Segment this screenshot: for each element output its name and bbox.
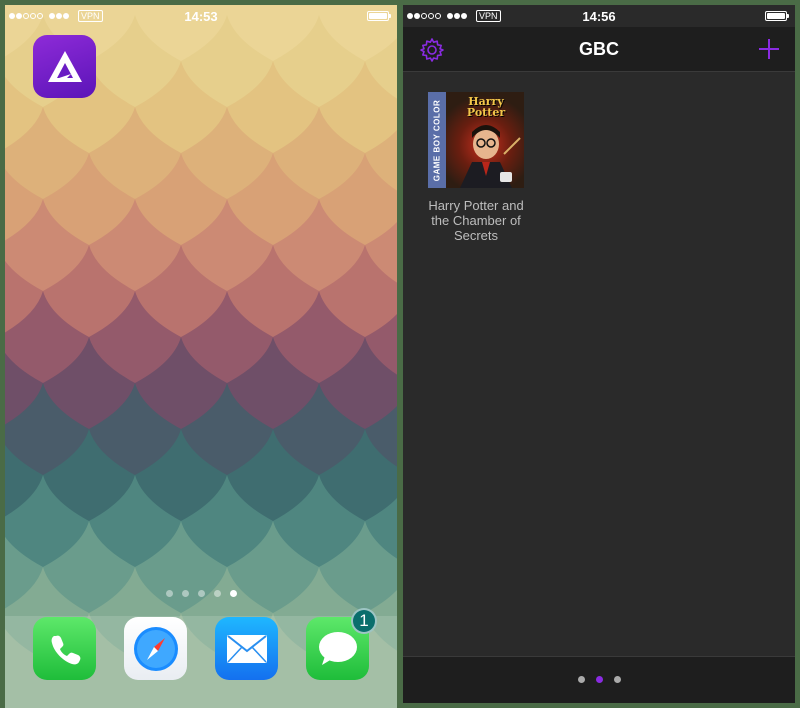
battery-icon: [367, 11, 391, 21]
home-screen: VPN 14:53 1: [5, 5, 397, 708]
cover-character-art: [460, 125, 521, 188]
delta-logo-icon: [47, 50, 82, 82]
mail-app-icon[interactable]: [215, 617, 278, 680]
phone-icon: [51, 635, 80, 664]
battery-icon: [765, 11, 789, 21]
console-page-bar: [403, 656, 795, 703]
status-time: 14:56: [582, 9, 616, 24]
plus-icon: [759, 39, 779, 59]
safari-icon: [133, 626, 178, 671]
delta-app-icon[interactable]: [33, 35, 96, 98]
status-bar: VPN 14:56: [403, 5, 795, 27]
cover-spine-label: GAME BOY COLOR: [432, 99, 442, 181]
add-game-button[interactable]: [757, 37, 781, 61]
game-tile[interactable]: GAME BOY COLOR Harry Potter Harry Potter…: [427, 92, 525, 243]
game-title: Harry Potter and the Chamber of Secrets: [428, 198, 524, 243]
wallpaper: [5, 5, 397, 708]
messages-app-icon[interactable]: 1: [306, 608, 377, 680]
phone-app-icon[interactable]: [33, 617, 96, 680]
messages-icon: [318, 631, 357, 665]
delta-app-screen: VPN 14:56 GBC GAME BOY COLOR Harry Potte…: [403, 5, 795, 703]
page-indicator: [5, 590, 397, 597]
navigation-bar: GBC: [403, 27, 795, 72]
console-page-indicator[interactable]: [403, 676, 795, 683]
status-bar: VPN 14:53: [5, 5, 397, 27]
notification-badge: 1: [351, 608, 377, 634]
mail-icon: [226, 634, 267, 663]
status-time: 14:53: [184, 9, 218, 24]
safari-app-icon[interactable]: [124, 617, 187, 680]
page-title: GBC: [579, 39, 619, 59]
game-cover-art: GAME BOY COLOR Harry Potter: [428, 92, 524, 188]
